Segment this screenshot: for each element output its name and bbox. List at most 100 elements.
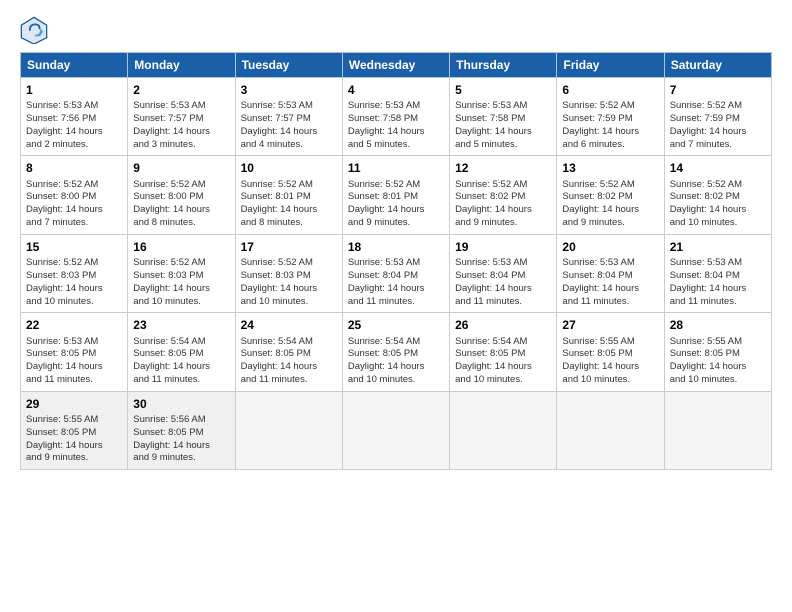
- calendar-cell: 20Sunrise: 5:53 AMSunset: 8:04 PMDayligh…: [557, 234, 664, 312]
- day-info-line: and 7 minutes.: [26, 217, 122, 230]
- day-info-line: Daylight: 14 hours: [133, 440, 229, 453]
- day-info-line: Sunset: 7:58 PM: [348, 113, 444, 126]
- day-number: 15: [26, 239, 122, 255]
- day-info-line: and 5 minutes.: [455, 139, 551, 152]
- day-info-line: Daylight: 14 hours: [133, 204, 229, 217]
- day-info-line: Sunset: 7:57 PM: [133, 113, 229, 126]
- calendar-cell: 7Sunrise: 5:52 AMSunset: 7:59 PMDaylight…: [664, 78, 771, 156]
- day-info-line: and 10 minutes.: [133, 296, 229, 309]
- day-info-line: Sunset: 8:00 PM: [26, 191, 122, 204]
- calendar-week-row-5: 29Sunrise: 5:55 AMSunset: 8:05 PMDayligh…: [21, 391, 772, 469]
- day-number: 20: [562, 239, 658, 255]
- day-info-line: Sunrise: 5:53 AM: [348, 257, 444, 270]
- day-info-line: Sunrise: 5:55 AM: [26, 414, 122, 427]
- day-info-line: Sunrise: 5:53 AM: [455, 257, 551, 270]
- calendar-cell: 1Sunrise: 5:53 AMSunset: 7:56 PMDaylight…: [21, 78, 128, 156]
- day-info-line: Sunrise: 5:53 AM: [133, 100, 229, 113]
- day-info-line: Daylight: 14 hours: [455, 283, 551, 296]
- day-number: 29: [26, 396, 122, 412]
- day-info-line: Sunset: 8:05 PM: [455, 348, 551, 361]
- day-info-line: Sunset: 8:04 PM: [562, 270, 658, 283]
- logo-icon: [20, 16, 48, 44]
- calendar-week-row-3: 15Sunrise: 5:52 AMSunset: 8:03 PMDayligh…: [21, 234, 772, 312]
- day-info-line: Sunrise: 5:52 AM: [133, 179, 229, 192]
- calendar-cell: [235, 391, 342, 469]
- day-number: 3: [241, 82, 337, 98]
- day-number: 9: [133, 160, 229, 176]
- day-number: 13: [562, 160, 658, 176]
- day-info-line: Sunrise: 5:54 AM: [455, 336, 551, 349]
- calendar-cell: 9Sunrise: 5:52 AMSunset: 8:00 PMDaylight…: [128, 156, 235, 234]
- day-number: 7: [670, 82, 766, 98]
- day-info-line: Sunrise: 5:52 AM: [26, 257, 122, 270]
- calendar-cell: 27Sunrise: 5:55 AMSunset: 8:05 PMDayligh…: [557, 313, 664, 391]
- day-info-line: Sunset: 7:58 PM: [455, 113, 551, 126]
- day-number: 4: [348, 82, 444, 98]
- calendar-cell: [557, 391, 664, 469]
- calendar-cell: 17Sunrise: 5:52 AMSunset: 8:03 PMDayligh…: [235, 234, 342, 312]
- day-info-line: Daylight: 14 hours: [26, 440, 122, 453]
- day-info-line: and 9 minutes.: [26, 452, 122, 465]
- day-info-line: and 5 minutes.: [348, 139, 444, 152]
- day-info-line: Sunrise: 5:52 AM: [241, 257, 337, 270]
- calendar-header-sunday: Sunday: [21, 53, 128, 78]
- day-number: 22: [26, 317, 122, 333]
- day-info-line: Sunrise: 5:52 AM: [133, 257, 229, 270]
- day-info-line: and 10 minutes.: [241, 296, 337, 309]
- day-number: 14: [670, 160, 766, 176]
- day-number: 27: [562, 317, 658, 333]
- calendar-header-tuesday: Tuesday: [235, 53, 342, 78]
- day-info-line: and 8 minutes.: [133, 217, 229, 230]
- day-info-line: Sunrise: 5:52 AM: [455, 179, 551, 192]
- day-info-line: Sunrise: 5:55 AM: [670, 336, 766, 349]
- day-info-line: Sunset: 8:05 PM: [241, 348, 337, 361]
- day-info-line: Sunrise: 5:52 AM: [26, 179, 122, 192]
- day-info-line: Sunset: 8:05 PM: [26, 348, 122, 361]
- day-info-line: Sunrise: 5:53 AM: [348, 100, 444, 113]
- day-info-line: Daylight: 14 hours: [455, 204, 551, 217]
- day-info-line: Daylight: 14 hours: [670, 126, 766, 139]
- day-info-line: Daylight: 14 hours: [670, 361, 766, 374]
- day-info-line: Daylight: 14 hours: [455, 126, 551, 139]
- day-info-line: and 11 minutes.: [348, 296, 444, 309]
- calendar-table: SundayMondayTuesdayWednesdayThursdayFrid…: [20, 52, 772, 470]
- logo: [20, 16, 52, 44]
- day-number: 12: [455, 160, 551, 176]
- day-info-line: and 2 minutes.: [26, 139, 122, 152]
- day-info-line: Sunset: 8:01 PM: [241, 191, 337, 204]
- day-info-line: Daylight: 14 hours: [241, 126, 337, 139]
- day-info-line: Daylight: 14 hours: [133, 283, 229, 296]
- calendar-cell: 21Sunrise: 5:53 AMSunset: 8:04 PMDayligh…: [664, 234, 771, 312]
- calendar-cell: 16Sunrise: 5:52 AMSunset: 8:03 PMDayligh…: [128, 234, 235, 312]
- calendar-header-friday: Friday: [557, 53, 664, 78]
- day-info-line: and 6 minutes.: [562, 139, 658, 152]
- calendar-cell: 6Sunrise: 5:52 AMSunset: 7:59 PMDaylight…: [557, 78, 664, 156]
- calendar-cell: 11Sunrise: 5:52 AMSunset: 8:01 PMDayligh…: [342, 156, 449, 234]
- day-info-line: Sunset: 7:57 PM: [241, 113, 337, 126]
- calendar-cell: 30Sunrise: 5:56 AMSunset: 8:05 PMDayligh…: [128, 391, 235, 469]
- day-info-line: Sunrise: 5:52 AM: [348, 179, 444, 192]
- day-info-line: Daylight: 14 hours: [26, 204, 122, 217]
- day-number: 6: [562, 82, 658, 98]
- day-info-line: Sunrise: 5:52 AM: [670, 179, 766, 192]
- day-info-line: Sunset: 7:59 PM: [562, 113, 658, 126]
- day-number: 16: [133, 239, 229, 255]
- day-info-line: Sunrise: 5:52 AM: [241, 179, 337, 192]
- day-number: 26: [455, 317, 551, 333]
- day-info-line: and 9 minutes.: [133, 452, 229, 465]
- day-info-line: and 10 minutes.: [455, 374, 551, 387]
- day-info-line: and 9 minutes.: [348, 217, 444, 230]
- day-info-line: Sunset: 8:03 PM: [26, 270, 122, 283]
- calendar-header-saturday: Saturday: [664, 53, 771, 78]
- day-info-line: Sunset: 7:59 PM: [670, 113, 766, 126]
- day-info-line: and 8 minutes.: [241, 217, 337, 230]
- calendar-cell: [450, 391, 557, 469]
- day-info-line: Daylight: 14 hours: [348, 361, 444, 374]
- day-info-line: and 11 minutes.: [133, 374, 229, 387]
- day-info-line: and 10 minutes.: [348, 374, 444, 387]
- calendar-cell: 18Sunrise: 5:53 AMSunset: 8:04 PMDayligh…: [342, 234, 449, 312]
- calendar-cell: 25Sunrise: 5:54 AMSunset: 8:05 PMDayligh…: [342, 313, 449, 391]
- day-info-line: and 11 minutes.: [670, 296, 766, 309]
- day-number: 28: [670, 317, 766, 333]
- calendar-week-row-2: 8Sunrise: 5:52 AMSunset: 8:00 PMDaylight…: [21, 156, 772, 234]
